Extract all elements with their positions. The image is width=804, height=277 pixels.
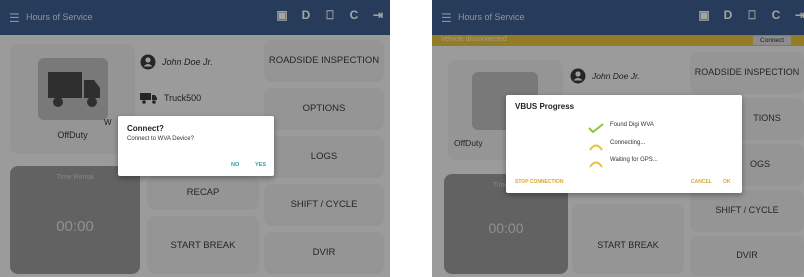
step-found: Found Digi WVA [610,122,654,128]
cancel-button[interactable]: CANCEL [691,179,712,185]
stop-connection-button[interactable]: STOP CONNECTION [515,179,563,185]
step-gps: Waiting for GPS... [610,157,658,163]
left-screen: ☰ Hours of Service ▣ D ⎕ C ⇥ OffDuty Joh… [0,0,390,277]
ok-button[interactable]: OK [723,179,731,185]
dialog-title: Connect? [127,124,164,133]
vbus-progress-dialog: VBUS Progress Found Digi WVA Connecting.… [506,95,742,193]
connect-dialog: Connect? Connect to WVA Device? NO YES [118,116,274,176]
yes-button[interactable]: YES [255,162,266,168]
dialog-message: Connect to WVA Device? [127,136,194,142]
no-button[interactable]: NO [231,162,239,168]
step-connecting: Connecting... [610,140,646,146]
spinner-icon-connecting [588,138,604,156]
dialog-title: VBUS Progress [515,102,575,111]
check-icon [588,120,604,138]
spinner-icon-gps [588,155,604,173]
right-screen: ☰ Hours of Service ▣ D ⎕ C ⇥ Vehicle dis… [432,0,804,277]
